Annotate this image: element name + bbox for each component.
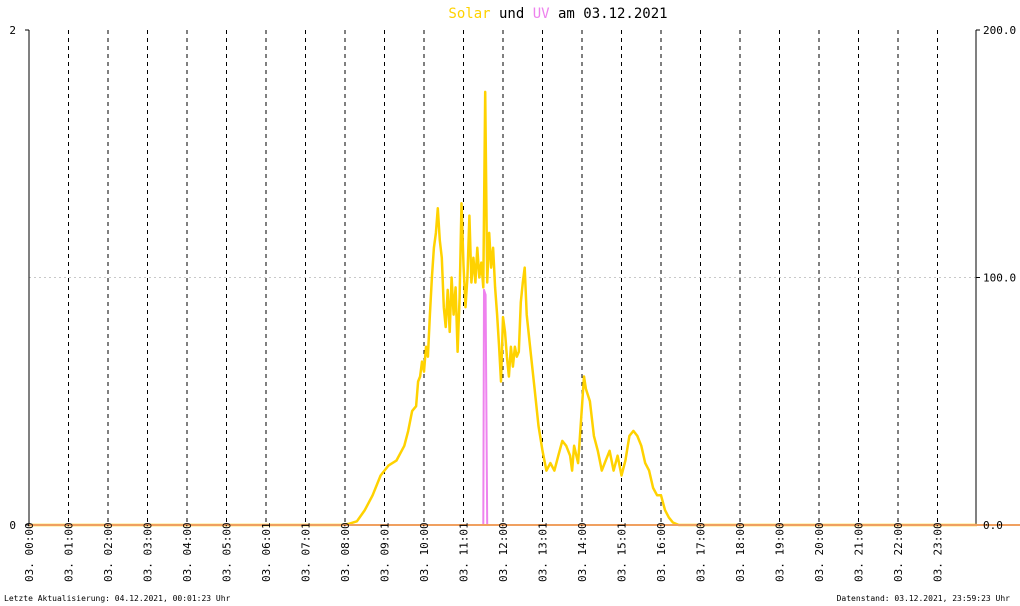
x-tick-label: 03. 06:01 [260,522,273,582]
x-tick-label: 03. 16:00 [655,522,668,582]
y-right-tick-label: 200.0 [983,24,1016,37]
footer-data-state: Datenstand: 03.12.2021, 23:59:23 Uhr [837,594,1011,603]
x-tick-label: 03. 07:01 [300,522,313,582]
x-tick-label: 03. 03:00 [142,522,155,582]
y-axis-right-labels: 0.0 100.0 200.0 [983,24,1016,532]
x-tick-label: 03. 09:01 [379,522,392,582]
x-tick-label: 03. 01:00 [63,522,76,582]
x-tick-label: 03. 23:00 [932,522,945,582]
title-date: am 03.12.2021 [550,6,668,22]
chart-title: Solar und UV am 03.12.2021 [448,6,667,22]
y-right-tick-label: 0.0 [983,519,1003,532]
y-right-tick-label: 100.0 [983,272,1016,285]
x-tick-label: 03. 02:00 [102,522,115,582]
y-left-tick-label: 0 [9,519,16,532]
x-tick-label: 03. 12:00 [497,522,510,582]
title-uv: UV [533,6,550,22]
series-layer [29,90,1020,527]
footer-last-update: Letzte Aktualisierung: 04.12.2021, 00:01… [4,594,231,603]
x-tick-label: 03. 18:00 [734,522,747,582]
series-line-solar [29,90,977,527]
x-tick-label: 03. 15:01 [616,522,629,582]
title-solar: Solar [448,6,490,22]
x-tick-label: 03. 20:00 [813,522,826,582]
x-tick-label: 03. 22:00 [892,522,905,582]
solar-uv-chart: Solar und UV am 03.12.2021 02 0.0100.020… [4,6,1020,603]
x-tick-label: 03. 00:00 [23,522,36,582]
x-tick-label: 03. 17:00 [695,522,708,582]
x-tick-label: 03. 10:00 [418,522,431,582]
x-tick-label: 03. 14:00 [576,522,589,582]
x-tick-label: 03. 11:01 [458,522,471,582]
x-tick-label: 03. 08:00 [339,522,352,582]
x-tick-label: 03. 13:01 [537,522,550,582]
title-and: und [491,6,533,22]
x-axis-labels: 03. 00:00 03. 01:00 03. 02:00 03. 03:00 03. … [23,522,945,582]
x-tick-label: 03. 05:00 [221,522,234,582]
y-left-tick-label: 2 [9,24,16,37]
y-axis-left-labels: 02 [9,24,16,532]
x-tick-label: 03. 04:00 [181,522,194,582]
x-tick-label: 03. 19:00 [774,522,787,582]
vertical-grid [68,30,938,525]
x-tick-label: 03. 21:00 [853,522,866,582]
